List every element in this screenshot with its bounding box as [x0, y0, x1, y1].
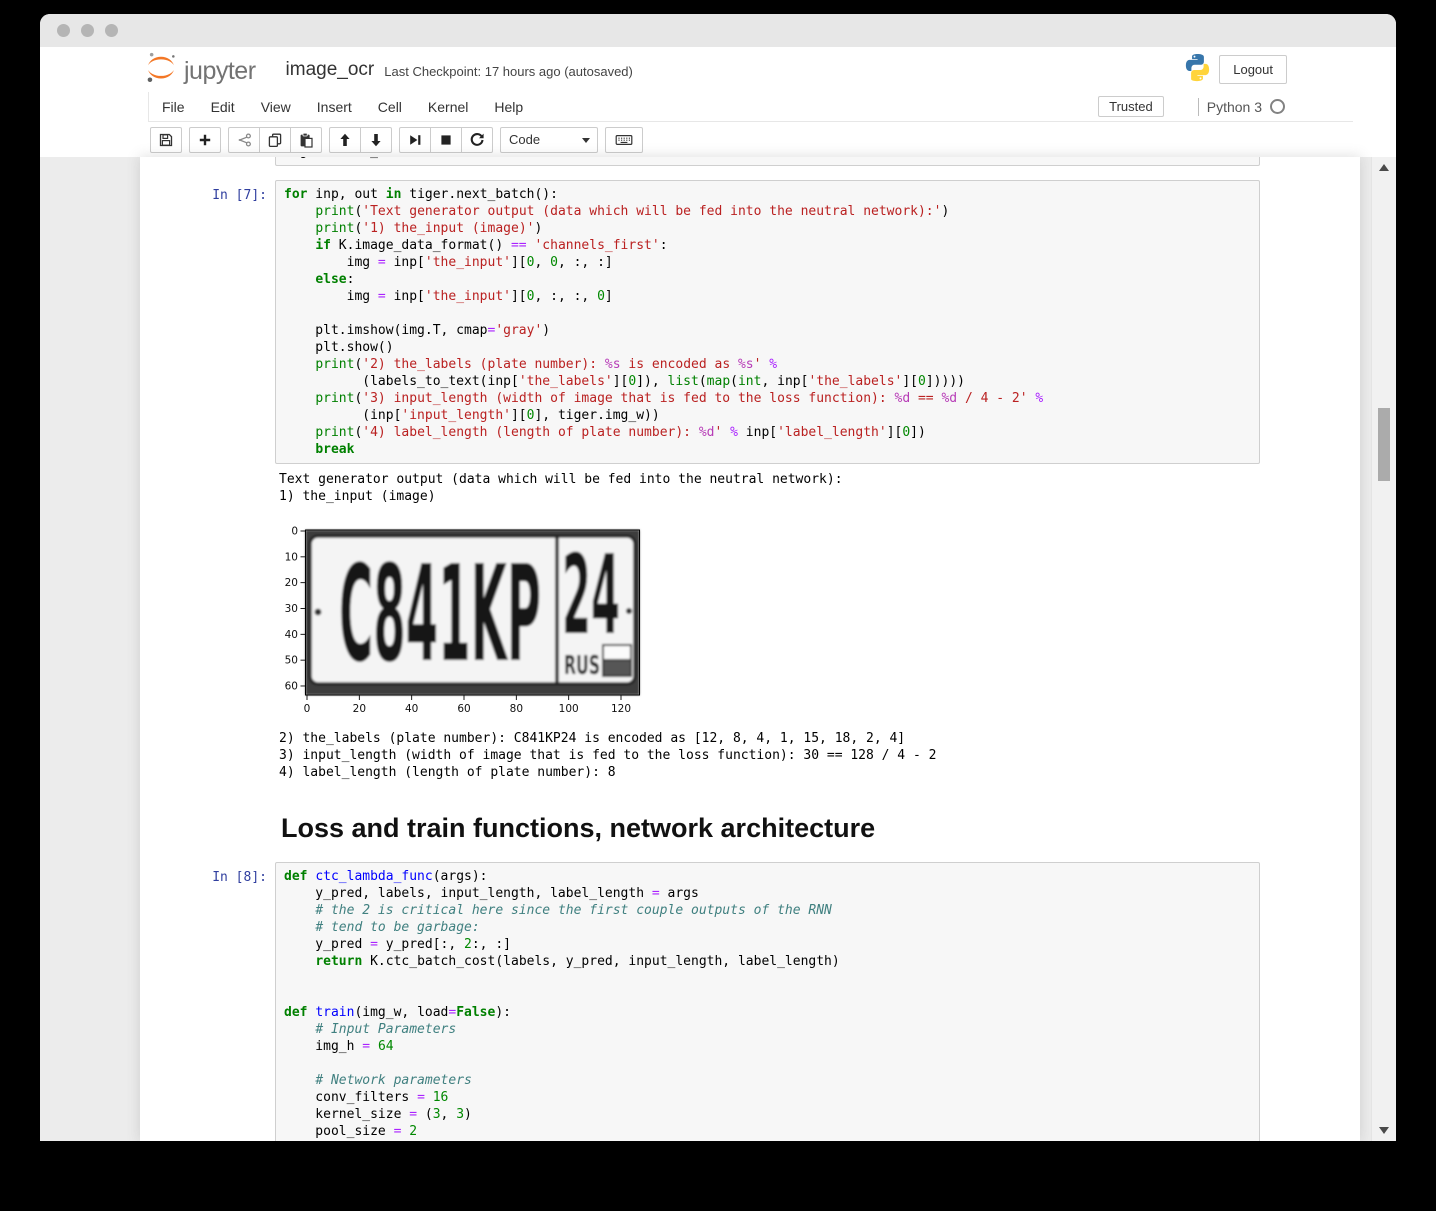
menubar: File Edit View Insert Cell Kernel Help T…: [148, 92, 1353, 122]
command-palette-button[interactable]: [605, 126, 643, 153]
input-prompt: In [7]:: [212, 188, 267, 203]
plate-number-text: C841KP: [339, 538, 541, 692]
plate-bolt-left: [314, 608, 322, 616]
svg-text:40: 40: [285, 629, 298, 641]
menu-divider: [1197, 97, 1199, 116]
copy-cell-button[interactable]: [259, 126, 291, 153]
copy-icon: [268, 133, 282, 147]
jupyter-logo-icon: [144, 50, 178, 89]
cell-type-select[interactable]: Code: [500, 126, 598, 153]
input-prompt: In [8]:: [212, 870, 267, 885]
move-up-icon: [340, 133, 350, 146]
code-editor: for inp, out in tiger.next_batch(): prin…: [284, 187, 1044, 457]
run-icon: [410, 134, 421, 145]
menu-help[interactable]: Help: [481, 99, 536, 115]
svg-text:40: 40: [405, 703, 418, 715]
cell-type-value: Code: [509, 132, 541, 147]
svg-text:10: 10: [285, 551, 298, 563]
paste-icon: [300, 132, 313, 148]
svg-text:50: 50: [285, 655, 298, 667]
code-input-area[interactable]: def ctc_lambda_func(args): y_pred, label…: [275, 862, 1260, 1141]
window-minimize-button[interactable]: [81, 24, 94, 37]
jupyter-logo[interactable]: jupyter: [144, 50, 256, 89]
cut-cell-button[interactable]: [228, 126, 260, 153]
menu-cell[interactable]: Cell: [365, 99, 415, 115]
add-cell-icon: [199, 134, 211, 145]
move-cell-up-button[interactable]: [329, 126, 361, 153]
keyboard-icon: [615, 134, 633, 145]
stop-icon: [441, 134, 451, 145]
svg-text:20: 20: [353, 703, 366, 715]
plot-x-ticks: 0 20 40 60 80 100 120: [304, 695, 631, 715]
svg-text:100: 100: [559, 703, 579, 715]
menu-insert[interactable]: Insert: [304, 99, 365, 115]
svg-text:0: 0: [304, 703, 311, 715]
browser-window: jupyter image_ocr Last Checkpoint: 17 ho…: [40, 14, 1396, 1141]
kernel-name: Python 3: [1206, 98, 1262, 115]
window-maximize-button[interactable]: [105, 24, 118, 37]
menu-kernel[interactable]: Kernel: [415, 99, 481, 115]
restart-kernel-icon: [470, 132, 484, 146]
scrollbar-down-arrow-icon[interactable]: [1379, 1127, 1389, 1134]
scrollbar-up-arrow-icon[interactable]: [1379, 164, 1389, 171]
checkpoint-status: Last Checkpoint: 17 hours ago (autosaved…: [384, 64, 633, 79]
save-button[interactable]: [150, 126, 182, 153]
plate-country-text: RUS: [564, 651, 600, 681]
jupyter-logo-text: jupyter: [184, 57, 256, 85]
svg-text:120: 120: [611, 703, 631, 715]
license-plate-image: C841KP 24 RUS: [305, 530, 640, 695]
toolbar: Code: [40, 122, 1396, 157]
window-close-button[interactable]: [57, 24, 70, 37]
clipped-cell-input[interactable]: tiger.build_data(): [275, 157, 1260, 166]
plate-plot-image: 0 10 20 30 40 50 60 0 20 40 60 80 100 120 C841KP 24 …: [285, 526, 640, 715]
add-cell-button[interactable]: [189, 126, 221, 153]
svg-text:0: 0: [291, 526, 298, 538]
svg-text:20: 20: [285, 577, 298, 589]
move-down-icon: [371, 133, 381, 146]
svg-text:80: 80: [510, 703, 523, 715]
plate-flag-icon: [602, 644, 632, 677]
logout-button[interactable]: Logout: [1219, 55, 1287, 84]
chevron-down-icon: [582, 137, 590, 143]
svg-text:30: 30: [285, 603, 298, 615]
cut-icon: [238, 132, 251, 147]
svg-text:60: 60: [457, 703, 470, 715]
notebook-title[interactable]: image_ocr: [286, 59, 375, 81]
run-cell-button[interactable]: [399, 126, 431, 153]
paste-cell-button[interactable]: [290, 126, 322, 153]
notebook-header: jupyter image_ocr Last Checkpoint: 17 ho…: [40, 47, 1396, 92]
notebook-container: tiger.build_data() In [7]: for inp, out …: [140, 157, 1360, 1141]
scrollbar[interactable]: [1371, 157, 1396, 1141]
notebook-site: tiger.build_data() In [7]: for inp, out …: [40, 157, 1396, 1141]
code-input-area[interactable]: for inp, out in tiger.next_batch(): prin…: [275, 180, 1260, 464]
trusted-button[interactable]: Trusted: [1098, 96, 1164, 117]
restart-kernel-button[interactable]: [461, 126, 493, 153]
code-editor: def ctc_lambda_func(args): y_pred, label…: [284, 869, 840, 1139]
stream-output: 2) the_labels (plate number): C841KP24 i…: [279, 731, 937, 780]
plot-y-ticks: 0 10 20 30 40 50 60: [285, 526, 306, 692]
menu-file[interactable]: File: [149, 99, 198, 115]
window-titlebar: [40, 14, 1396, 47]
save-icon: [159, 133, 173, 146]
plate-bolt-right: [626, 608, 632, 614]
svg-text:60: 60: [285, 680, 298, 692]
move-cell-down-button[interactable]: [360, 126, 392, 153]
plate-region-text: 24: [562, 531, 620, 659]
stream-output: Text generator output (data which will b…: [279, 472, 843, 504]
python-logo-icon: [1182, 52, 1213, 88]
scrollbar-thumb[interactable]: [1378, 408, 1390, 481]
markdown-heading[interactable]: Loss and train functions, network archit…: [281, 813, 875, 844]
kernel-idle-indicator-icon: [1270, 99, 1285, 114]
menu-edit[interactable]: Edit: [198, 99, 248, 115]
interrupt-kernel-button[interactable]: [430, 126, 462, 153]
menu-view[interactable]: View: [248, 99, 304, 115]
clipped-cell-code: tiger.build_data(): [276, 157, 433, 165]
